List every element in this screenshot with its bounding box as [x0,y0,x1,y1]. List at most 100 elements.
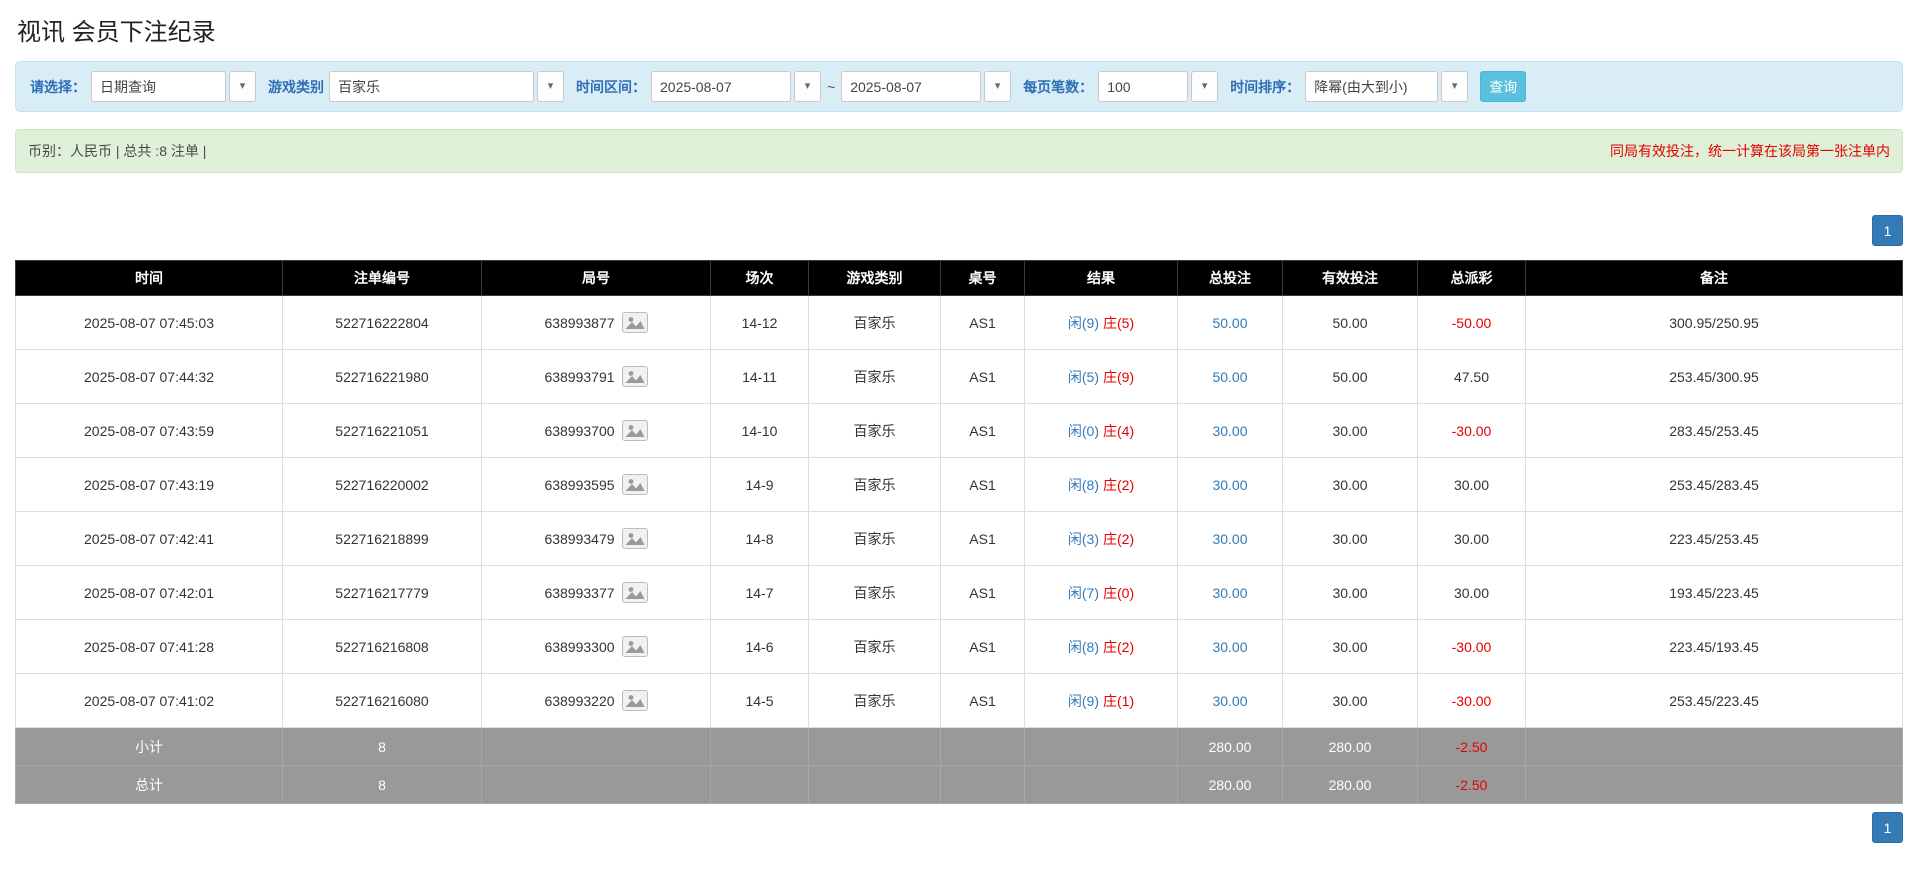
cell-game-type: 百家乐 [809,512,941,566]
result-player: 闲(5) [1068,369,1099,385]
chevron-down-icon: ▾ [240,81,246,92]
cell-session: 14-7 [711,566,809,620]
cell-total-bet: 30.00 [1178,674,1283,728]
table-row: 2025-08-07 07:42:01 522716217779 6389933… [16,566,1903,620]
cell-round-id: 638993377 [544,585,614,601]
cell-total-bet: 30.00 [1178,512,1283,566]
sort-order-select[interactable] [1305,71,1438,102]
date-from-dropdown-button[interactable]: ▾ [794,71,821,102]
result-image-icon[interactable] [622,636,648,657]
cell-session: 14-5 [711,674,809,728]
total-bet-link[interactable]: 30.00 [1212,531,1247,547]
page-size-combo: ▾ [1098,71,1218,102]
result-image-icon[interactable] [622,420,648,441]
cell-valid-bet: 30.00 [1283,512,1418,566]
total-bet-link[interactable]: 50.00 [1212,315,1247,331]
date-from-input[interactable] [651,71,791,102]
sort-order-dropdown-button[interactable]: ▾ [1441,71,1468,102]
date-to-dropdown-button[interactable]: ▾ [984,71,1011,102]
summary-empty-cell [1025,766,1178,804]
total-bet-link[interactable]: 30.00 [1212,585,1247,601]
cell-session: 14-9 [711,458,809,512]
cell-table-no: AS1 [941,404,1025,458]
cell-time: 2025-08-07 07:42:41 [16,512,283,566]
cell-round-id: 638993791 [544,369,614,385]
info-bar: 币别：人民币 | 总共 :8 注单 | 同局有效投注，统一计算在该局第一张注单内 [15,129,1903,173]
col-table-no: 桌号 [941,261,1025,296]
cell-note: 193.45/223.45 [1526,566,1903,620]
date-query-combo: ▾ [91,71,256,102]
select-label: 请选择： [30,77,86,97]
pagination-top: 1 [15,215,1903,246]
table-row: 2025-08-07 07:43:19 522716220002 6389935… [16,458,1903,512]
summary-valid-bet: 280.00 [1283,766,1418,804]
result-banker: 庄(2) [1103,531,1134,547]
total-bet-link[interactable]: 30.00 [1212,639,1247,655]
total-bet-link[interactable]: 30.00 [1212,477,1247,493]
date-query-select[interactable] [91,71,226,102]
search-button[interactable]: 查询 [1480,71,1526,102]
result-banker: 庄(9) [1103,369,1134,385]
chevron-down-icon: ▾ [1202,81,1208,92]
note-text: 同局有效投注，统一计算在该局第一张注单内 [1610,141,1890,161]
cell-session: 14-8 [711,512,809,566]
date-to-input[interactable] [841,71,981,102]
total-bet-link[interactable]: 50.00 [1212,369,1247,385]
cell-session: 14-6 [711,620,809,674]
cell-session: 14-10 [711,404,809,458]
total-bet-link[interactable]: 30.00 [1212,693,1247,709]
summary-empty-cell [482,728,711,766]
page-size-dropdown-button[interactable]: ▾ [1191,71,1218,102]
summary-empty-cell [1526,766,1903,804]
summary-empty-cell [809,728,941,766]
result-image-icon[interactable] [622,312,648,333]
result-image-icon[interactable] [622,582,648,603]
bet-records-table: 时间 注单编号 局号 场次 游戏类别 桌号 结果 总投注 有效投注 总派彩 备注… [15,260,1903,804]
result-image-icon[interactable] [622,474,648,495]
cell-bet-id: 522716222804 [283,296,482,350]
summary-row: 总计 8 280.00 280.00 -2.50 [16,766,1903,804]
cell-table-no: AS1 [941,674,1025,728]
table-row: 2025-08-07 07:41:02 522716216080 6389932… [16,674,1903,728]
cell-session: 14-11 [711,350,809,404]
cell-time: 2025-08-07 07:43:59 [16,404,283,458]
cell-note: 300.95/250.95 [1526,296,1903,350]
page-button-1[interactable]: 1 [1872,812,1903,843]
chevron-down-icon: ▾ [805,81,811,92]
cell-game-type: 百家乐 [809,350,941,404]
page-size-input[interactable] [1098,71,1188,102]
col-total-bet: 总投注 [1178,261,1283,296]
cell-payout: 30.00 [1418,458,1526,512]
game-type-dropdown-button[interactable]: ▾ [537,71,564,102]
cell-payout: 30.00 [1418,512,1526,566]
table-row: 2025-08-07 07:43:59 522716221051 6389937… [16,404,1903,458]
game-type-select[interactable] [329,71,534,102]
cell-game-type: 百家乐 [809,620,941,674]
cell-result: 闲(0)庄(4) [1025,404,1178,458]
cell-payout: -30.00 [1418,674,1526,728]
summary-empty-cell [941,728,1025,766]
result-image-icon[interactable] [622,528,648,549]
cell-time: 2025-08-07 07:43:19 [16,458,283,512]
page-size-label: 每页笔数： [1023,77,1093,97]
cell-note: 223.45/253.45 [1526,512,1903,566]
cell-game-type: 百家乐 [809,674,941,728]
cell-time: 2025-08-07 07:42:01 [16,566,283,620]
table-row: 2025-08-07 07:44:32 522716221980 6389937… [16,350,1903,404]
col-game-type: 游戏类别 [809,261,941,296]
summary-empty-cell [711,766,809,804]
result-player: 闲(9) [1068,693,1099,709]
result-banker: 庄(2) [1103,477,1134,493]
cell-game-type: 百家乐 [809,404,941,458]
date-query-dropdown-button[interactable]: ▾ [229,71,256,102]
chevron-down-icon: ▾ [548,81,554,92]
col-note: 备注 [1526,261,1903,296]
sort-order-combo: ▾ [1305,71,1468,102]
cell-round-id: 638993220 [544,693,614,709]
total-bet-link[interactable]: 30.00 [1212,423,1247,439]
date-to-combo: ▾ [841,71,1011,102]
result-image-icon[interactable] [622,690,648,711]
cell-valid-bet: 30.00 [1283,458,1418,512]
page-button-1[interactable]: 1 [1872,215,1903,246]
result-image-icon[interactable] [622,366,648,387]
